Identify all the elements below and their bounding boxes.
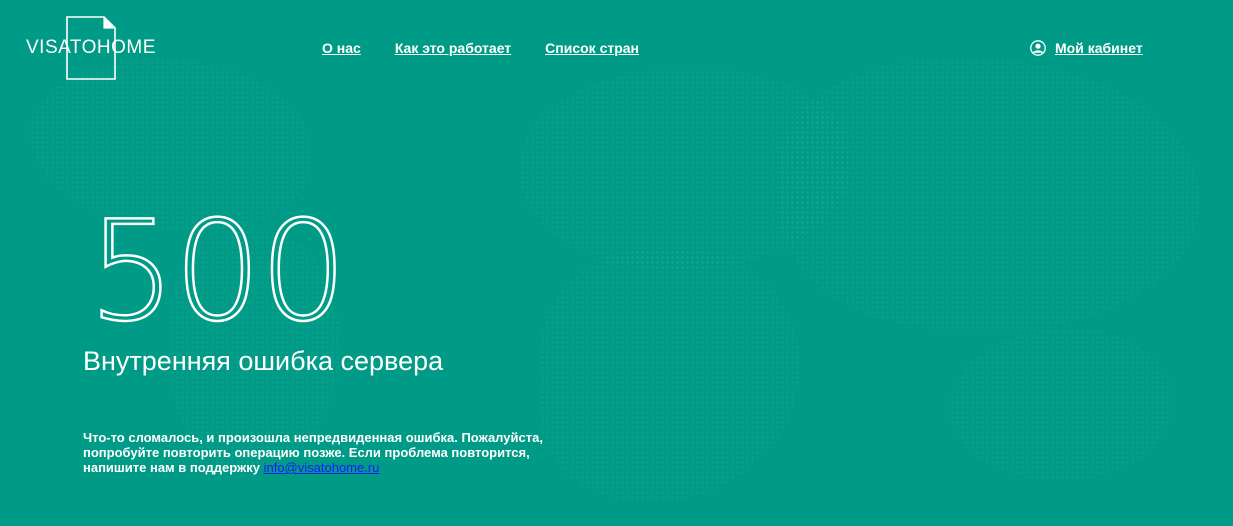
cabinet-link[interactable]: Мой кабинет xyxy=(1055,40,1143,56)
cabinet-link-group[interactable]: Мой кабинет xyxy=(1030,40,1143,56)
user-circle-icon xyxy=(1030,40,1046,56)
error-code: 500 xyxy=(87,191,349,352)
nav-link-about[interactable]: О нас xyxy=(322,40,361,56)
main-nav: О нас Как это работает Список стран xyxy=(322,40,639,56)
nav-link-how-it-works[interactable]: Как это работает xyxy=(395,40,511,56)
nav-link-countries[interactable]: Список стран xyxy=(545,40,639,56)
support-email-link[interactable]: info@visatohome.ru xyxy=(264,460,380,475)
error-page: VISATOHOME О нас Как это работает Список… xyxy=(0,0,1233,526)
logo-text: VISATOHOME xyxy=(26,37,156,58)
logo[interactable]: VISATOHOME xyxy=(26,14,171,82)
error-title: Внутренняя ошибка сервера xyxy=(83,346,444,376)
error-message: Что-то сломалось, и произошла непредвиде… xyxy=(83,430,573,475)
